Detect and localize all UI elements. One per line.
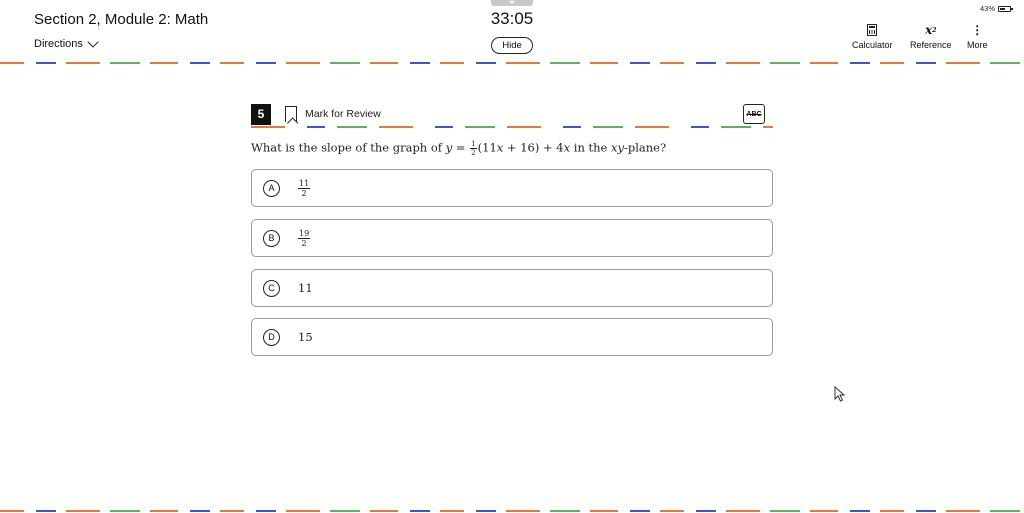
hide-timer-button[interactable]: Hide xyxy=(491,37,533,54)
question-text: What is the slope of the graph of y = 12… xyxy=(251,140,667,157)
calculator-button[interactable]: Calculator xyxy=(852,22,893,50)
choice-a[interactable]: A 11 2 xyxy=(251,169,773,207)
choice-fraction: 19 2 xyxy=(298,229,311,248)
choice-letter: A xyxy=(263,180,280,197)
timer: 33:05 xyxy=(490,9,534,28)
chevron-down-icon xyxy=(87,36,99,48)
calculator-label: Calculator xyxy=(852,40,893,50)
question-number: 5 xyxy=(251,104,271,125)
top-bar: Section 2, Module 2: Math Directions 33:… xyxy=(0,0,1024,62)
choice-c[interactable]: C 11 xyxy=(251,269,773,307)
reference-label: Reference xyxy=(910,40,952,50)
choice-letter: D xyxy=(263,329,280,346)
question-divider xyxy=(251,126,773,128)
battery-percent: 43% xyxy=(980,4,996,13)
bookmark-icon xyxy=(285,106,297,122)
choice-b[interactable]: B 19 2 xyxy=(251,219,773,257)
choice-value: 15 xyxy=(298,330,313,344)
fraction: 12 xyxy=(470,140,477,157)
more-vertical-icon: ⋮ xyxy=(971,23,984,37)
choice-value: 11 xyxy=(298,281,313,295)
section-title: Section 2, Module 2: Math xyxy=(34,11,209,28)
choice-letter: B xyxy=(263,230,280,247)
more-button[interactable]: ⋮ More xyxy=(967,22,988,50)
directions-button[interactable]: Directions xyxy=(34,36,99,50)
more-label: More xyxy=(967,40,988,50)
choice-letter: C xyxy=(263,280,280,297)
choice-d[interactable]: D 15 xyxy=(251,318,773,356)
mark-for-review-label: Mark for Review xyxy=(305,108,381,120)
battery-icon xyxy=(998,5,1014,12)
answer-eliminator-button[interactable]: ABC xyxy=(743,104,765,124)
directions-label: Directions xyxy=(34,38,83,50)
header-divider xyxy=(0,62,1024,64)
battery-status: 43% xyxy=(980,4,1014,13)
calculator-icon xyxy=(867,22,878,38)
choice-fraction: 11 2 xyxy=(298,179,311,198)
reference-icon: x2 xyxy=(925,23,937,37)
reference-button[interactable]: x2 Reference xyxy=(910,22,952,50)
mouse-cursor-icon xyxy=(834,386,846,402)
timer-collapse-tab[interactable] xyxy=(491,0,533,6)
footer-divider xyxy=(0,510,1024,512)
